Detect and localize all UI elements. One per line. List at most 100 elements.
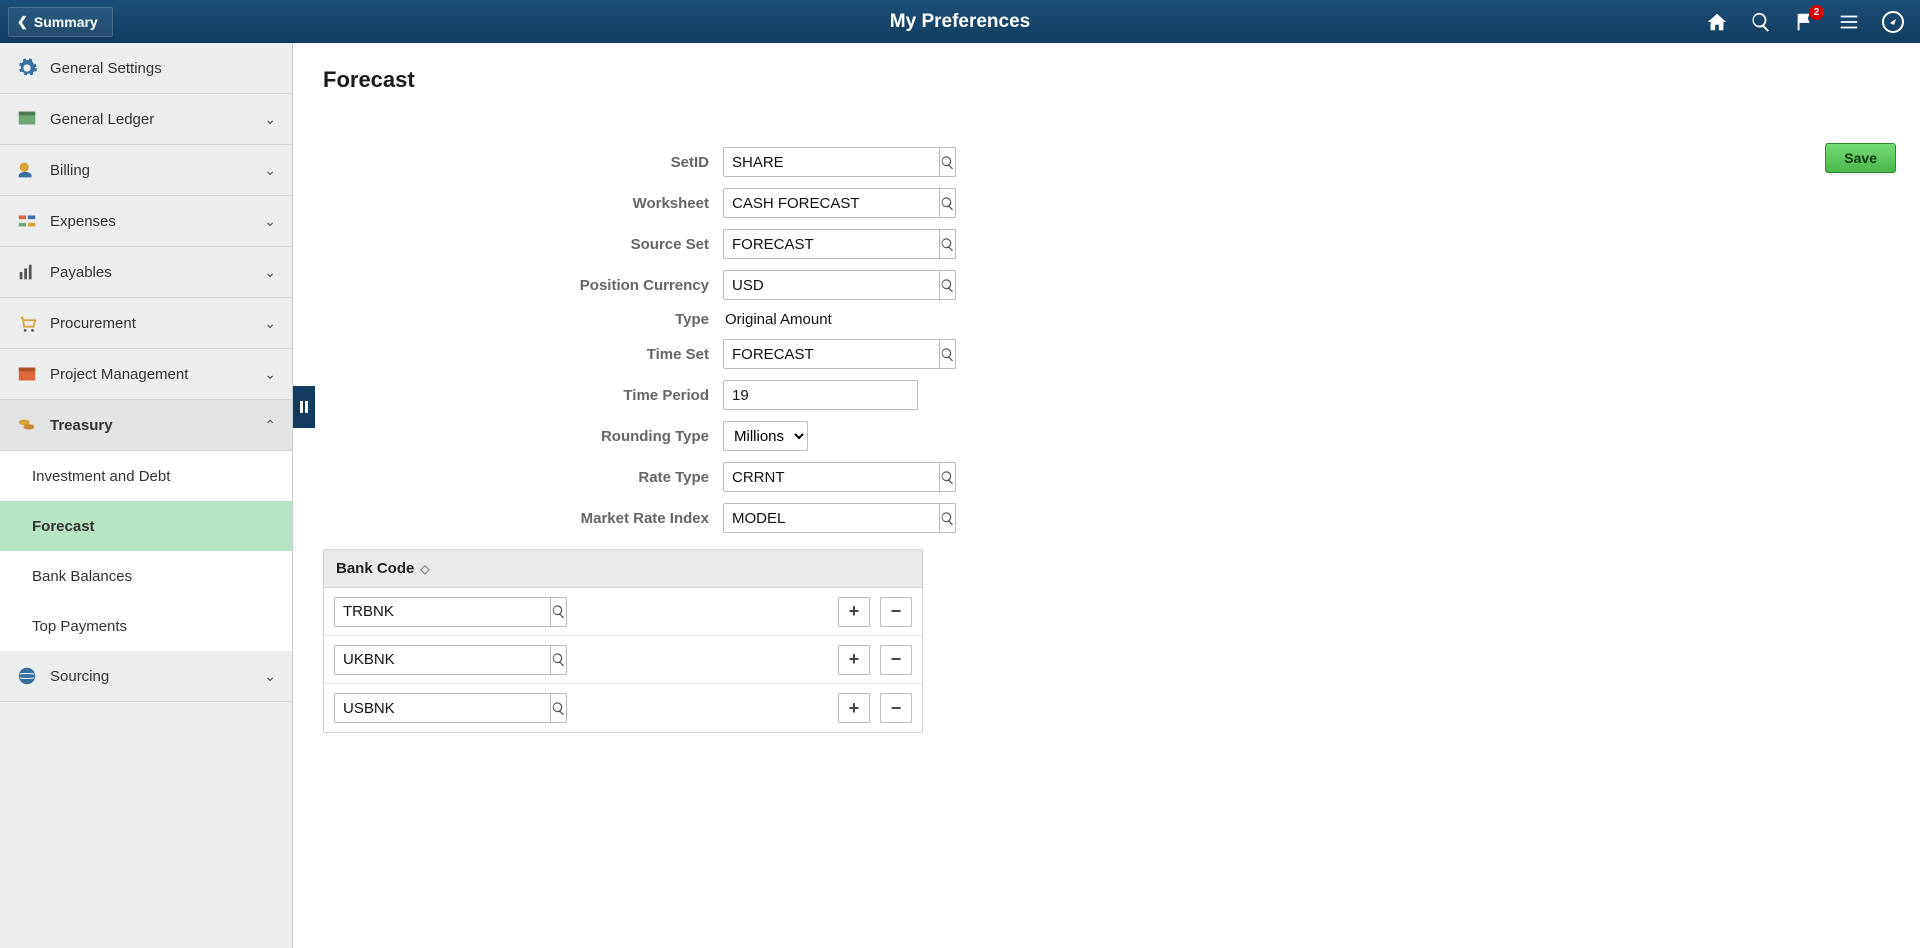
sidebar-subitem-forecast[interactable]: Forecast — [0, 501, 292, 551]
source-set-field[interactable] — [723, 229, 940, 259]
label-time-period: Time Period — [323, 387, 723, 404]
sidebar-item-general-ledger[interactable]: General Ledger ⌄ — [0, 94, 292, 145]
delete-row-button[interactable]: − — [880, 693, 912, 723]
market-rate-index-lookup-button[interactable] — [940, 503, 956, 533]
bank-code-grid: Bank Code ◇ + − — [323, 549, 923, 733]
sidebar-subitem-label: Top Payments — [32, 618, 127, 635]
sidebar-item-expenses[interactable]: Expenses ⌄ — [0, 196, 292, 247]
compass-icon[interactable] — [1880, 9, 1906, 35]
sidebar-item-sourcing[interactable]: Sourcing ⌄ — [0, 651, 292, 702]
label-time-set: Time Set — [323, 346, 723, 363]
add-row-button[interactable]: + — [838, 693, 870, 723]
rate-type-lookup-button[interactable] — [940, 462, 956, 492]
treasury-icon — [16, 414, 38, 436]
source-set-lookup-button[interactable] — [940, 229, 956, 259]
time-set-field[interactable] — [723, 339, 940, 369]
setid-lookup-button[interactable] — [940, 147, 956, 177]
page-header-title: My Preferences — [0, 11, 1920, 33]
sidebar-subitem-label: Bank Balances — [32, 568, 132, 585]
sidebar-item-payables[interactable]: Payables ⌄ — [0, 247, 292, 298]
sidebar-item-procurement[interactable]: Procurement ⌄ — [0, 298, 292, 349]
cart-icon — [16, 312, 38, 334]
bank-code-field[interactable] — [334, 597, 551, 627]
position-currency-lookup-button[interactable] — [940, 270, 956, 300]
ledger-icon — [16, 108, 38, 130]
sidebar-collapse-handle[interactable] — [293, 386, 315, 428]
position-currency-field[interactable] — [723, 270, 940, 300]
back-button[interactable]: ❮ Summary — [8, 7, 113, 37]
table-row: + − — [324, 684, 922, 732]
label-setid: SetID — [323, 154, 723, 171]
app-header: ❮ Summary My Preferences 2 — [0, 0, 1920, 43]
main-content: Forecast Save SetID Worksheet Source Set — [293, 43, 1920, 948]
sidebar-item-label: Project Management — [50, 366, 188, 383]
delete-row-button[interactable]: − — [880, 597, 912, 627]
sidebar-item-label: Billing — [50, 162, 90, 179]
rate-type-field[interactable] — [723, 462, 940, 492]
type-value: Original Amount — [723, 311, 832, 328]
delete-row-button[interactable]: − — [880, 645, 912, 675]
chevron-left-icon: ❮ — [17, 14, 28, 30]
sidebar-item-billing[interactable]: Billing ⌄ — [0, 145, 292, 196]
chevron-down-icon: ⌄ — [264, 264, 276, 281]
sidebar-nav: General Settings General Ledger ⌄ Billin… — [0, 43, 293, 948]
label-source-set: Source Set — [323, 236, 723, 253]
label-rate-type: Rate Type — [323, 469, 723, 486]
sidebar-item-label: Payables — [50, 264, 112, 281]
sidebar-item-label: General Ledger — [50, 111, 154, 128]
sidebar-subitem-label: Investment and Debt — [32, 468, 170, 485]
grid-header[interactable]: Bank Code ◇ — [324, 550, 922, 588]
sidebar-subitem-bank-balances[interactable]: Bank Balances — [0, 551, 292, 601]
back-button-label: Summary — [34, 14, 98, 30]
sidebar-subitem-investment-debt[interactable]: Investment and Debt — [0, 451, 292, 501]
sidebar-subitem-top-payments[interactable]: Top Payments — [0, 601, 292, 651]
header-icon-group: 2 — [1704, 9, 1920, 35]
sidebar-item-label: Treasury — [50, 417, 113, 434]
chevron-down-icon: ⌄ — [264, 162, 276, 179]
gear-icon — [16, 57, 38, 79]
worksheet-field[interactable] — [723, 188, 940, 218]
sidebar-item-label: General Settings — [50, 60, 162, 77]
notification-flag-icon[interactable]: 2 — [1792, 9, 1818, 35]
bank-code-lookup-button[interactable] — [551, 597, 567, 627]
worksheet-lookup-button[interactable] — [940, 188, 956, 218]
label-worksheet: Worksheet — [323, 195, 723, 212]
sort-indicator-icon: ◇ — [420, 562, 429, 576]
sidebar-subitem-label: Forecast — [32, 518, 95, 535]
expenses-icon — [16, 210, 38, 232]
sidebar-item-general-settings[interactable]: General Settings — [0, 43, 292, 94]
table-row: + − — [324, 636, 922, 684]
treasury-submenu: Investment and Debt Forecast Bank Balanc… — [0, 451, 292, 651]
sidebar-item-project-management[interactable]: Project Management ⌄ — [0, 349, 292, 400]
menu-icon[interactable] — [1836, 9, 1862, 35]
time-set-lookup-button[interactable] — [940, 339, 956, 369]
label-type: Type — [323, 311, 723, 328]
chevron-down-icon: ⌄ — [264, 366, 276, 383]
notification-badge: 2 — [1809, 5, 1824, 20]
billing-icon — [16, 159, 38, 181]
save-button[interactable]: Save — [1825, 143, 1896, 173]
grid-header-label: Bank Code — [336, 560, 414, 577]
globe-icon — [16, 665, 38, 687]
add-row-button[interactable]: + — [838, 597, 870, 627]
setid-field[interactable] — [723, 147, 940, 177]
sidebar-item-treasury[interactable]: Treasury ⌃ — [0, 400, 292, 451]
page-title: Forecast — [323, 67, 1890, 93]
add-row-button[interactable]: + — [838, 645, 870, 675]
chevron-down-icon: ⌄ — [264, 213, 276, 230]
time-period-field[interactable] — [723, 380, 918, 410]
chevron-down-icon: ⌄ — [264, 668, 276, 685]
bank-code-lookup-button[interactable] — [551, 693, 567, 723]
bank-code-lookup-button[interactable] — [551, 645, 567, 675]
bank-code-field[interactable] — [334, 693, 551, 723]
rounding-type-select[interactable]: Millions — [723, 421, 808, 451]
market-rate-index-field[interactable] — [723, 503, 940, 533]
label-position-currency: Position Currency — [323, 277, 723, 294]
sidebar-item-label: Sourcing — [50, 668, 109, 685]
search-icon[interactable] — [1748, 9, 1774, 35]
home-icon[interactable] — [1704, 9, 1730, 35]
bank-code-field[interactable] — [334, 645, 551, 675]
chevron-up-icon: ⌃ — [264, 417, 276, 434]
forecast-form: SetID Worksheet Source Set — [323, 147, 918, 733]
sidebar-item-label: Expenses — [50, 213, 116, 230]
